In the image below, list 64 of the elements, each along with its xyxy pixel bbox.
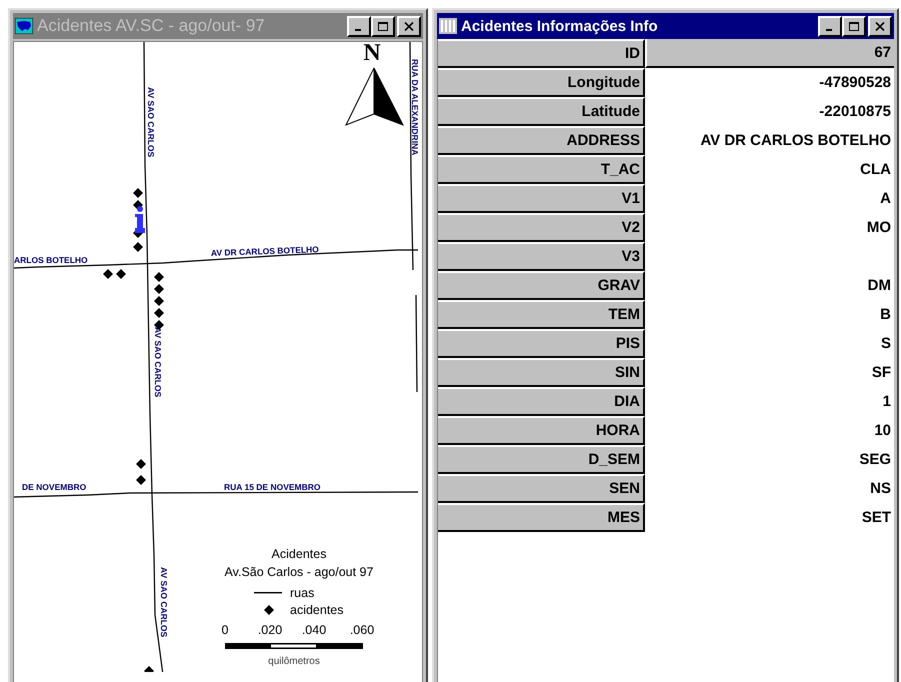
accident-marker [154,272,164,282]
legend-subtitle: Av.São Carlos - ago/out 97 [224,565,374,579]
close-button[interactable] [868,16,892,36]
legend-marker-icon [264,605,274,615]
maximize-icon [849,22,859,30]
scale-label: .020 [258,623,282,637]
field-label: SEN [438,474,645,503]
window-title: Acidentes AV.SC - ago/out- 97 [37,16,266,36]
maximize-icon [378,22,388,30]
accident-marker [136,459,146,469]
field-label: GRAV [438,271,645,300]
field-value: 67 [645,39,894,68]
north-label: N [363,42,381,66]
scale-label: .040 [302,623,326,637]
minimize-button[interactable] [818,16,842,36]
table-icon [439,18,457,34]
street-label: RUA 15 DE NOVEMBRO [224,482,321,492]
scale-label: 0 [222,623,228,637]
field-label: ID [438,39,645,68]
minimize-icon [355,29,361,31]
street-label: RUA DA ALEXANDRINA [410,59,418,156]
field-label: T_AC [438,155,645,184]
field-label: Longitude [438,68,645,97]
scale-label: .060 [350,623,374,637]
field-label: PIS [438,329,645,358]
accident-marker [154,296,164,306]
close-icon [875,22,885,30]
street-label: AV SAO CARLOS [153,327,163,398]
field-label: Latitude [438,97,645,126]
accident-marker [154,308,164,318]
accident-marker [136,475,146,485]
field-label: V1 [438,184,645,213]
field-label: SIN [438,358,645,387]
field-label: DIA [438,387,645,416]
street-label: AV DR CARLOS BOTELHO [210,244,319,258]
street-label: ARLOS BOTELHO [14,255,88,265]
field-label: V3 [438,242,645,271]
field-label: D_SEM [438,445,645,474]
legend-label: ruas [290,586,314,600]
map-icon [15,18,33,34]
accident-marker [133,188,143,198]
north-arrow-icon [344,68,404,126]
window-title: Acidentes Informações Info [461,18,659,34]
scale-unit: quilômetros [268,656,320,667]
field-label: HORA [438,416,645,445]
accident-marker [133,242,143,252]
legend-label: acidentes [290,603,344,617]
info-icon [135,206,145,233]
field-label: TEM [438,300,645,329]
street-label: DE NOVEMBRO [22,482,86,492]
legend-title: Acidentes [272,547,326,561]
accident-marker [154,284,164,294]
field-label: MES [438,503,645,532]
accident-marker [144,666,154,672]
legend-line-icon [254,592,282,594]
close-icon [404,22,414,30]
field-label: V2 [438,213,645,242]
accident-marker [103,269,113,279]
minimize-icon [826,29,832,31]
field-label: ADDRESS [438,126,645,155]
accident-marker [116,269,126,279]
maximize-button[interactable] [842,16,866,36]
street-label: AV SAO CARLOS [146,87,156,158]
street-label: AV SAO CARLOS [159,567,169,638]
